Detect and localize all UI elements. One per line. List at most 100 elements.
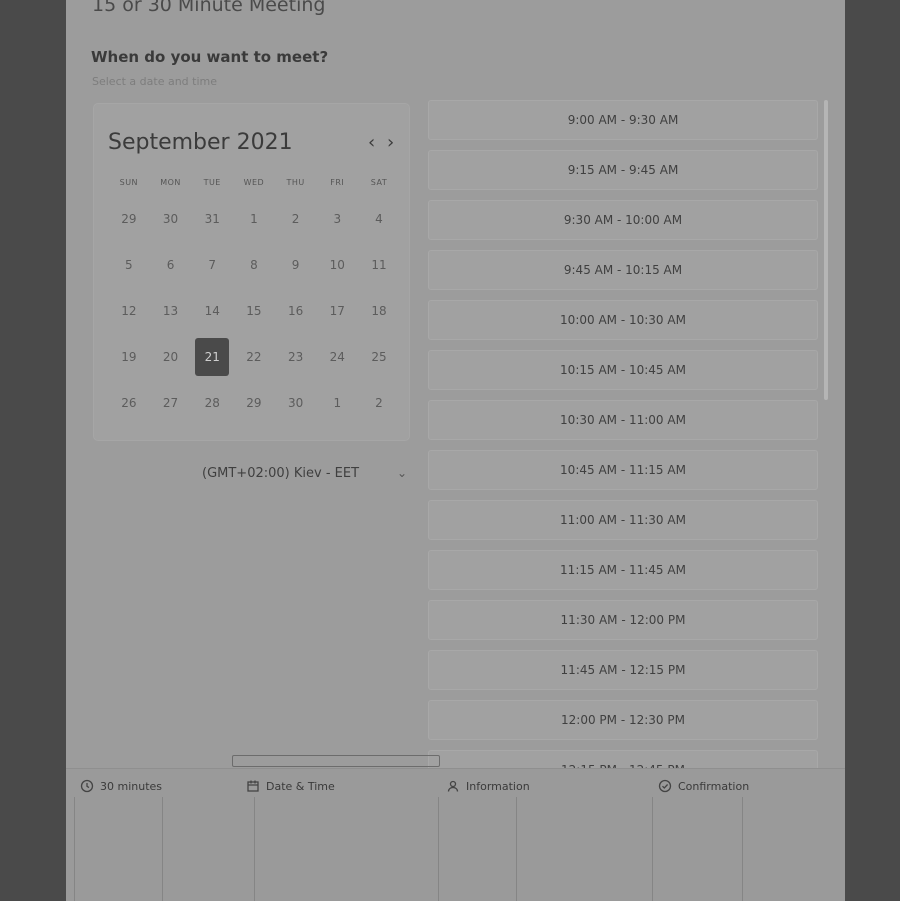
time-slot-button[interactable]: 12:00 PM - 12:30 PM	[428, 700, 818, 740]
day-number: 29	[246, 396, 262, 410]
time-slot-button[interactable]: 9:45 AM - 10:15 AM	[428, 250, 818, 290]
time-slot-button[interactable]: 9:00 AM - 9:30 AM	[428, 100, 818, 140]
divider	[516, 797, 517, 901]
day-number: 13	[162, 304, 179, 318]
check-icon	[658, 779, 672, 793]
time-slot-button[interactable]: 9:30 AM - 10:00 AM	[428, 200, 818, 240]
divider	[162, 797, 163, 901]
calendar-week-row: 26 27 28 29 30 1 2	[108, 380, 400, 426]
day-number: 23	[287, 350, 304, 364]
calendar-day[interactable]: 19	[108, 334, 150, 380]
calendar-day-selected[interactable]: 21	[191, 334, 233, 380]
calendar-day[interactable]: 3	[316, 196, 358, 242]
day-number: 22	[246, 350, 262, 364]
calendar-icon	[247, 780, 259, 792]
calendar-day[interactable]: 27	[150, 380, 192, 426]
step-date-time: Date & Time	[246, 779, 335, 793]
weekday-header: SUN MON TUE WED THU FRI SAT	[108, 178, 400, 187]
divider	[742, 797, 743, 901]
calendar-day[interactable]: 5	[108, 242, 150, 288]
calendar-day[interactable]: 18	[358, 288, 400, 334]
calendar-day[interactable]: 29	[108, 196, 150, 242]
calendar-day[interactable]: 15	[233, 288, 275, 334]
divider	[74, 797, 75, 901]
divider	[438, 797, 439, 901]
calendar-day[interactable]: 22	[233, 334, 275, 380]
step-label: 30 minutes	[100, 779, 163, 793]
day-number: 9	[291, 258, 300, 272]
weekday-label: WED	[243, 178, 265, 187]
calendar-day-grid: 29 30 31 1 2 3 4 5 6 7 8 9 10 11 12 13 14 15 16 17 18 19 20 21 2…	[108, 196, 400, 426]
calendar-day[interactable]: 17	[316, 288, 358, 334]
day-number: 17	[329, 304, 345, 318]
time-slot-button[interactable]: 10:45 AM - 11:15 AM	[428, 450, 818, 490]
calendar-day[interactable]: 30	[275, 380, 317, 426]
calendar-day[interactable]: 7	[191, 242, 233, 288]
section-heading: When do you want to meet?	[91, 48, 329, 66]
calendar-day[interactable]: 31	[191, 196, 233, 242]
calendar-day[interactable]: 30	[150, 196, 192, 242]
calendar-day[interactable]: 28	[191, 380, 233, 426]
calendar-day[interactable]: 2	[275, 196, 317, 242]
weekday-label: MON	[160, 178, 181, 187]
calendar-day[interactable]: 12	[108, 288, 150, 334]
step-information: Information	[446, 779, 530, 793]
time-slot-list: 9:00 AM - 9:30 AM 9:15 AM - 9:45 AM 9:30 A…	[428, 100, 818, 768]
section-subtitle: Select a date and time	[92, 75, 218, 88]
weekday-label: THU	[286, 178, 305, 187]
time-slot-scrollbar[interactable]	[824, 100, 828, 400]
day-number: 20	[162, 350, 179, 364]
calendar-week-row: 5 6 7 8 9 10 11	[108, 242, 400, 288]
calendar-day[interactable]: 8	[233, 242, 275, 288]
day-number: 10	[329, 258, 345, 272]
calendar-day[interactable]: 24	[316, 334, 358, 380]
chevron-left-icon[interactable]: ‹	[368, 134, 375, 152]
date-picker-calendar: September 2021 ‹ › SUN MON TUE WED THU FRI SAT…	[94, 104, 409, 440]
day-number: 8	[250, 258, 258, 272]
calendar-day[interactable]: 4	[358, 196, 400, 242]
calendar-month-label: September 2021	[108, 130, 293, 155]
calendar-day[interactable]: 29	[233, 380, 275, 426]
calendar-day[interactable]: 9	[275, 242, 317, 288]
day-number: 30	[287, 396, 304, 410]
calendar-day[interactable]: 26	[108, 380, 150, 426]
day-number: 5	[125, 258, 133, 272]
calendar-day[interactable]: 1	[233, 196, 275, 242]
chevron-right-icon[interactable]: ›	[387, 134, 394, 152]
time-slot-button[interactable]: 10:30 AM - 11:00 AM	[428, 400, 818, 440]
calendar-day[interactable]: 20	[150, 334, 192, 380]
calendar-day[interactable]: 1	[316, 380, 358, 426]
calendar-day[interactable]: 23	[275, 334, 317, 380]
timezone-select[interactable]: (GMT+02:00) Kiev - EET ⌄	[202, 458, 410, 488]
time-slot-button[interactable]: 10:15 AM - 10:45 AM	[428, 350, 818, 390]
day-number: 4	[375, 212, 383, 226]
calendar-week-row: 29 30 31 1 2 3 4	[108, 196, 400, 242]
time-slot-button[interactable]: 11:45 AM - 12:15 PM	[428, 650, 818, 690]
weekday-label: TUE	[203, 178, 221, 187]
step-confirmation: Confirmation	[658, 779, 749, 793]
time-slot-button[interactable]: 11:15 AM - 11:45 AM	[428, 550, 818, 590]
time-slot-button[interactable]: 11:00 AM - 11:30 AM	[428, 500, 818, 540]
time-slot-button[interactable]: 10:00 AM - 10:30 AM	[428, 300, 818, 340]
day-number: 29	[121, 212, 137, 226]
day-number: 15	[246, 304, 262, 318]
time-slot-button[interactable]: 12:15 PM - 12:45 PM	[428, 750, 818, 768]
step-duration: 30 minutes	[80, 779, 162, 793]
step-label: Date & Time	[266, 779, 335, 793]
calendar-day[interactable]: 14	[191, 288, 233, 334]
divider	[254, 797, 255, 901]
time-slot-button[interactable]: 9:15 AM - 9:45 AM	[428, 150, 818, 190]
calendar-day[interactable]: 2	[358, 380, 400, 426]
calendar-day[interactable]: 11	[358, 242, 400, 288]
day-number: 28	[204, 396, 220, 410]
day-number: 31	[204, 212, 220, 226]
day-number: 18	[371, 304, 387, 318]
day-number: 27	[162, 396, 179, 410]
calendar-day[interactable]: 13	[150, 288, 192, 334]
calendar-day[interactable]: 6	[150, 242, 192, 288]
booking-panel: 15 or 30 Minute Meeting When do you want…	[66, 0, 845, 901]
calendar-day[interactable]: 16	[275, 288, 317, 334]
calendar-day[interactable]: 25	[358, 334, 400, 380]
calendar-day[interactable]: 10	[316, 242, 358, 288]
time-slot-button[interactable]: 11:30 AM - 12:00 PM	[428, 600, 818, 640]
